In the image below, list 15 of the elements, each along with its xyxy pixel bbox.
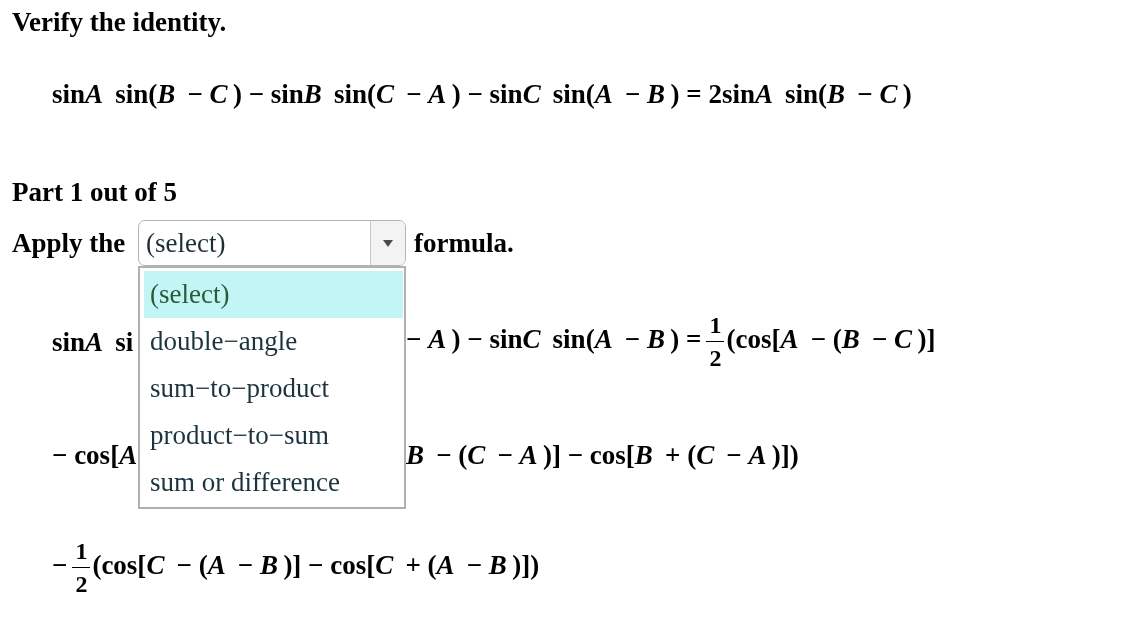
part-label: Part 1 out of 5	[12, 178, 177, 206]
prompt-text: formula.	[414, 228, 514, 258]
equation-text: sinA si	[52, 326, 134, 357]
formula-select[interactable]: (select)	[138, 220, 406, 266]
equation-text: B − (C − A )] − cos[B + (C − A )])	[406, 439, 799, 470]
prompt-text: Apply the	[12, 228, 127, 258]
dropdown-option[interactable]: sum or difference	[144, 459, 403, 506]
caret-icon	[383, 239, 393, 247]
dropdown-option[interactable]: sum−to−product	[144, 365, 403, 412]
dropdown-option[interactable]: product−to−sum	[144, 412, 403, 459]
dropdown-option[interactable]: (select)	[144, 271, 403, 318]
instruction-heading: Verify the identity.	[12, 8, 227, 36]
equation-text: − cos[A	[52, 439, 138, 470]
identity-equation: sinA sin(B − C ) − sinB sin(C − A ) − sinC sin(A − B ) = 2sinA sin(B − C )	[52, 79, 912, 109]
dropdown-option[interactable]: double−angle	[144, 318, 403, 365]
